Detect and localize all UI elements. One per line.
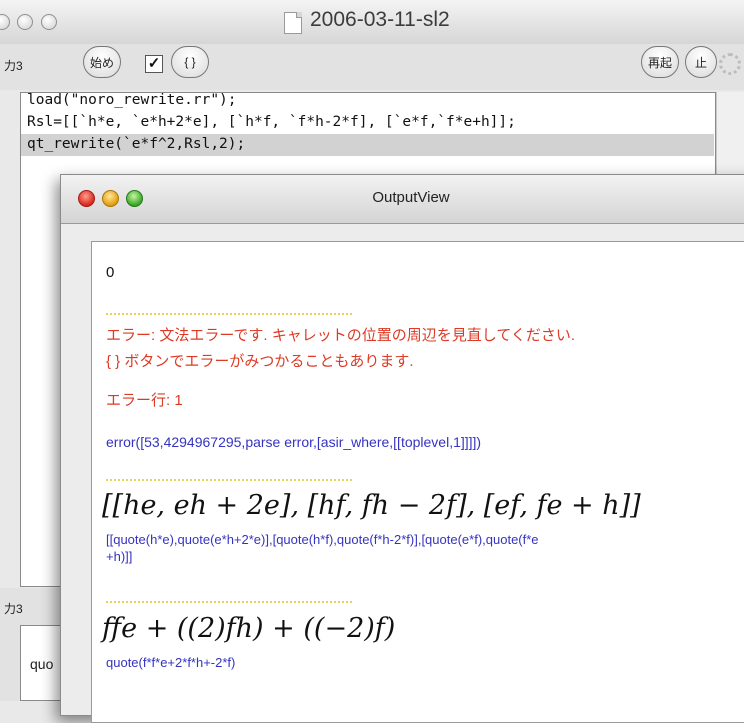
error-message-line2: { } ボタンでエラーがみつかることもあります. <box>106 353 414 370</box>
separator <box>106 601 352 603</box>
code-line-2[interactable]: Rsl=[[`h*e, `e*h+2*e], [`h*f, `f*h-2*f],… <box>27 114 516 130</box>
code-line-3[interactable]: qt_rewrite(`e*f^2,Rsl,2); <box>27 136 245 152</box>
math-result-1: [[he, eh + 2e], [hf, fh − 2f], [ef, fe +… <box>102 490 641 521</box>
document-icon <box>284 12 302 34</box>
minimize-window-icon[interactable] <box>17 14 33 30</box>
close-window-icon[interactable] <box>0 14 10 30</box>
lower-output-text: quo <box>30 656 54 672</box>
start-button[interactable]: 始め <box>83 46 121 78</box>
output-view-title: OutputView <box>372 189 450 206</box>
main-window-titlebar: 2006-03-11-sl2 <box>0 0 744 45</box>
busy-spinner-icon <box>719 53 741 75</box>
output-view-titlebar: OutputView <box>61 175 744 224</box>
lower-label: 力3 <box>4 602 23 616</box>
error-row: エラー行: 1 <box>106 392 183 409</box>
output-content: 0 エラー: 文法エラーです. キャレットの位置の周辺を見直してください. { … <box>91 241 744 723</box>
quote-result-1-line2: +h)]] <box>106 549 133 564</box>
error-detail: error([53,4294967295,parse error,[asir_w… <box>106 434 482 450</box>
main-window-title: 2006-03-11-sl2 <box>310 8 450 31</box>
quote-result-1-line1: [[quote(h*e),quote(e*h+2*e)],[quote(h*f)… <box>106 532 539 547</box>
braces-button[interactable]: { } <box>171 46 209 78</box>
stop-button[interactable]: 止 <box>685 46 717 78</box>
option-checkbox[interactable]: ✓ <box>145 55 163 73</box>
zoom-window-icon[interactable] <box>41 14 57 30</box>
input-label: 力3 <box>4 59 23 73</box>
math-result-2: ffe + ((2)fh) + ((−2)f) <box>102 613 396 644</box>
output-zero: 0 <box>106 264 115 281</box>
separator <box>106 313 352 315</box>
restart-button[interactable]: 再起 <box>641 46 679 78</box>
output-view-window: OutputView 0 エラー: 文法エラーです. キャレットの位置の周辺を見… <box>60 174 744 723</box>
error-message-line1: エラー: 文法エラーです. キャレットの位置の周辺を見直してください. <box>106 327 576 344</box>
quote-result-2: quote(f*f*e+2*f*h+-2*f) <box>106 655 236 670</box>
separator <box>106 479 352 481</box>
code-line-1[interactable]: load("noro_rewrite.rr"); <box>27 92 237 108</box>
